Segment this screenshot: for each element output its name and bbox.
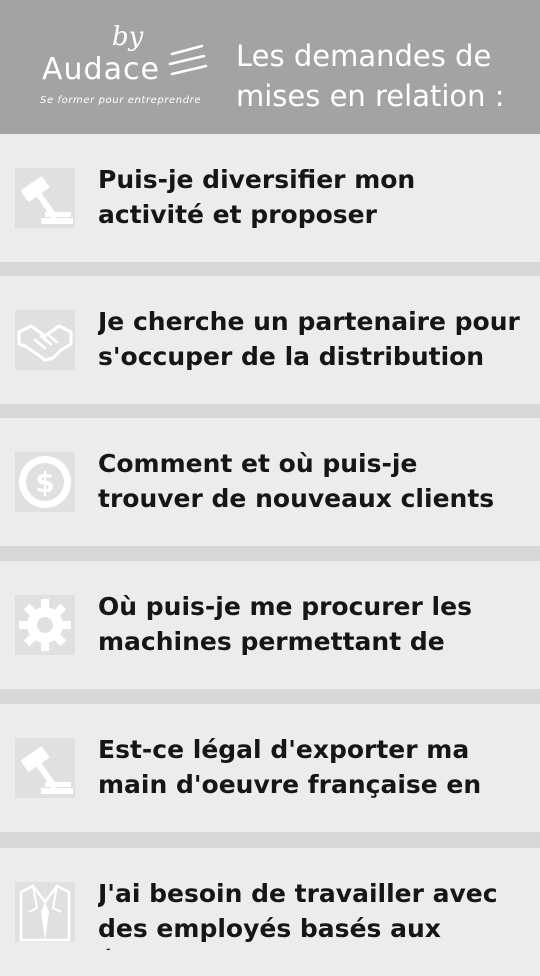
list-item[interactable]: J'ai besoin de travailler avec des emplo… [0,848,540,976]
gavel-icon [15,168,75,228]
app-header: by Audace Se former pour entreprendre Le… [0,0,540,134]
list-item[interactable]: Puis-je diversifier mon activité et prop… [0,134,540,262]
list-item[interactable]: $ Comment et où puis-je trouver de nouve… [0,418,540,546]
logo-tagline: Se former pour entreprendre [40,95,202,106]
list-item[interactable]: Est-ce légal d'exporter ma main d'oeuvre… [0,704,540,832]
item-text: J'ai besoin de travailler avec des emplo… [98,879,498,950]
list-item[interactable]: Je cherche un partenaire pour s'occuper … [0,276,540,404]
logo-stripes-icon [168,44,208,76]
suit-icon [15,882,75,942]
logo-by: by [112,22,144,52]
item-text: Puis-je diversifier mon activité et prop… [98,165,518,236]
gear-icon [15,595,75,655]
dollar-coin-icon: $ [15,452,75,512]
item-text: Où puis-je me procurer les machines perm… [98,592,472,663]
handshake-icon [15,310,75,370]
item-text: Est-ce légal d'exporter ma main d'oeuvre… [98,735,482,806]
item-text: Je cherche un partenaire pour s'occuper … [98,307,520,378]
audace-logo: by Audace Se former pour entreprendre [40,22,220,114]
list-item[interactable]: Où puis-je me procurer les machines perm… [0,561,540,689]
svg-text:$: $ [35,466,54,499]
gavel-icon [15,738,75,798]
logo-name: Audace [42,52,160,87]
item-text: Comment et où puis-je trouver de nouveau… [98,449,505,520]
page-title: Les demandes de mises en relation : [236,39,505,113]
